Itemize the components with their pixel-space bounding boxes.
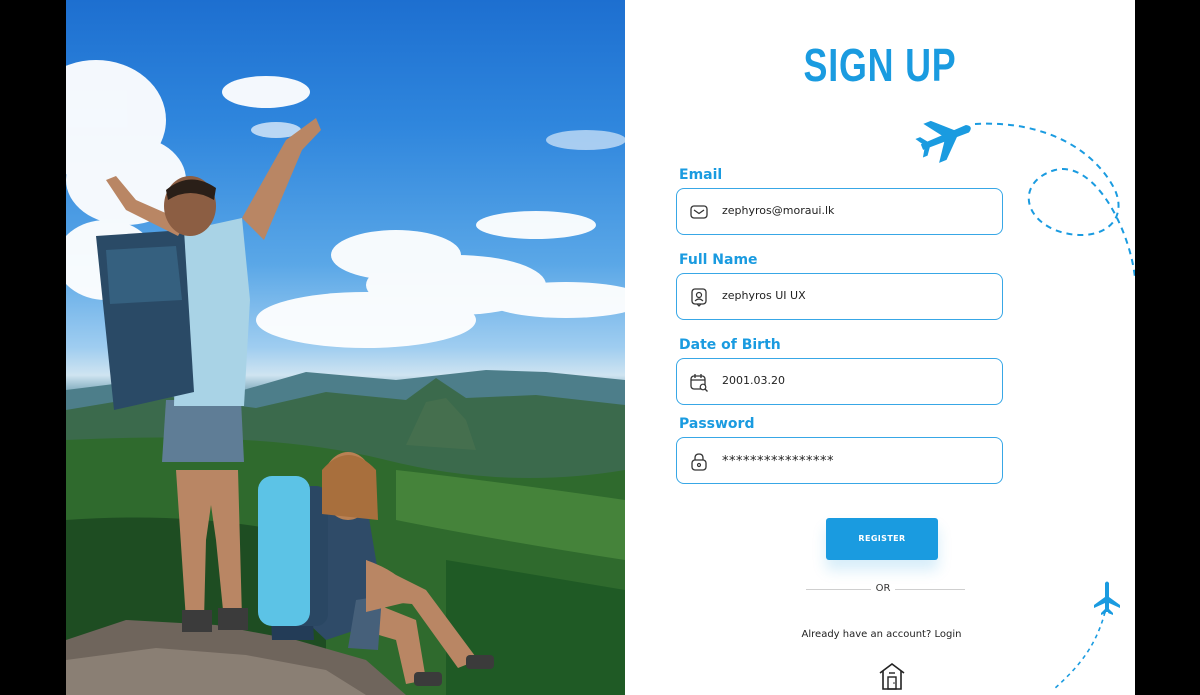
email-value: zephyros@moraui.lk [722,204,835,217]
email-field[interactable]: zephyros@moraui.lk [676,188,1003,235]
email-label: Email [679,167,723,183]
register-button[interactable]: REGISTER [826,518,938,560]
hero-photo [66,0,625,695]
full-name-label: Full Name [679,252,758,268]
home-icon[interactable] [878,661,906,691]
dob-value: 2001.03.20 [722,374,785,387]
password-value: **************** [722,454,834,469]
dob-field[interactable]: 2001.03.20 [676,358,1003,405]
calendar-search-icon [690,374,708,392]
or-divider-right [895,589,965,590]
user-badge-icon [691,288,707,307]
password-field[interactable]: **************** [676,437,1003,484]
lock-icon [691,453,707,471]
signup-panel: SIGN UP Email zephyros@moraui.lk Full Na… [625,0,1135,695]
hiking-scene-illustration [66,60,625,695]
page-canvas: SIGN UP Email zephyros@moraui.lk Full Na… [66,0,1135,695]
or-text: OR [875,583,891,594]
full-name-field[interactable]: zephyros UI UX [676,273,1003,320]
small-airplane-icon [1094,581,1120,615]
mail-icon [690,205,708,219]
login-link[interactable]: Already have an account? Login [625,629,1135,640]
airplane-icon [915,120,971,163]
full-name-value: zephyros UI UX [722,289,806,302]
page-title: SIGN UP [803,39,957,91]
or-divider-left [806,589,871,590]
dob-label: Date of Birth [679,337,781,353]
password-label: Password [679,416,755,432]
